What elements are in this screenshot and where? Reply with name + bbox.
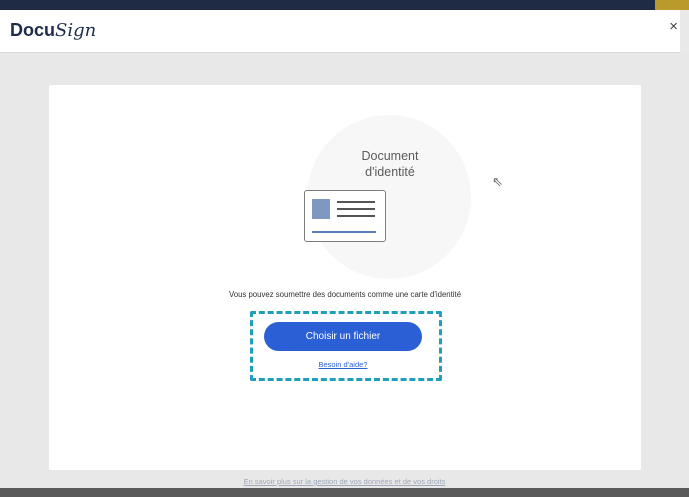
help-link[interactable]: Besoin d'aide? bbox=[270, 360, 416, 369]
upload-description: Vous pouvez soumettre des documents comm… bbox=[228, 290, 462, 299]
header-bar: DocuSign × bbox=[0, 10, 680, 53]
choose-file-button[interactable]: Choisir un fichier bbox=[264, 322, 422, 351]
bottom-window-strip bbox=[0, 488, 689, 497]
id-bottom-line bbox=[312, 231, 376, 233]
top-window-strip bbox=[0, 0, 689, 10]
id-text-line bbox=[337, 201, 375, 203]
id-text-line bbox=[337, 208, 375, 210]
logo-text-sign: Sign bbox=[55, 20, 97, 41]
id-card-icon bbox=[304, 190, 386, 242]
logo-text-docu: Docu bbox=[10, 20, 55, 40]
document-type-title: Document d'identité bbox=[361, 149, 419, 179]
docusign-logo: DocuSign bbox=[10, 20, 96, 41]
id-photo-icon bbox=[312, 199, 330, 219]
id-text-line bbox=[337, 215, 375, 217]
top-corner-tab bbox=[655, 0, 689, 10]
mouse-cursor-icon: ⇖ bbox=[492, 174, 503, 189]
close-icon[interactable]: × bbox=[669, 18, 678, 35]
upload-card: Document d'identité bbox=[49, 85, 641, 470]
data-rights-link[interactable]: En savoir plus sur la gestion de vos don… bbox=[0, 477, 689, 486]
